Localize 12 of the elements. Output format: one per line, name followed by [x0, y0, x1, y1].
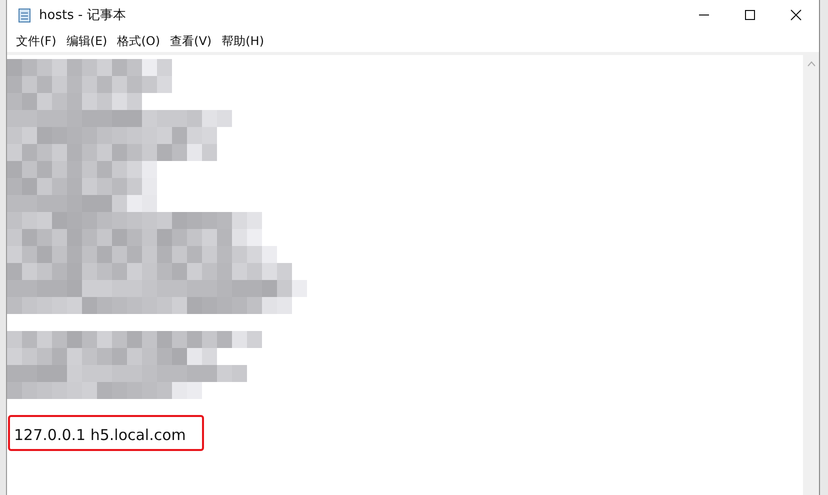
menu-item[interactable]: 文件(F) [11, 32, 62, 50]
scrollbar[interactable] [803, 55, 819, 495]
menu-item[interactable]: 编辑(E) [61, 32, 112, 50]
menu-item[interactable]: 查看(V) [165, 32, 217, 50]
notepad-icon [17, 7, 33, 23]
menu-item[interactable]: 格式(O) [112, 32, 166, 50]
window-title: hosts - 记事本 [39, 7, 127, 24]
maximize-icon [744, 9, 756, 21]
close-icon [790, 9, 802, 21]
text-line: 127.0.0.1 h5.local.com [14, 426, 186, 444]
menu-item[interactable]: 帮助(H) [216, 32, 269, 50]
scroll-up-icon[interactable] [806, 61, 816, 67]
